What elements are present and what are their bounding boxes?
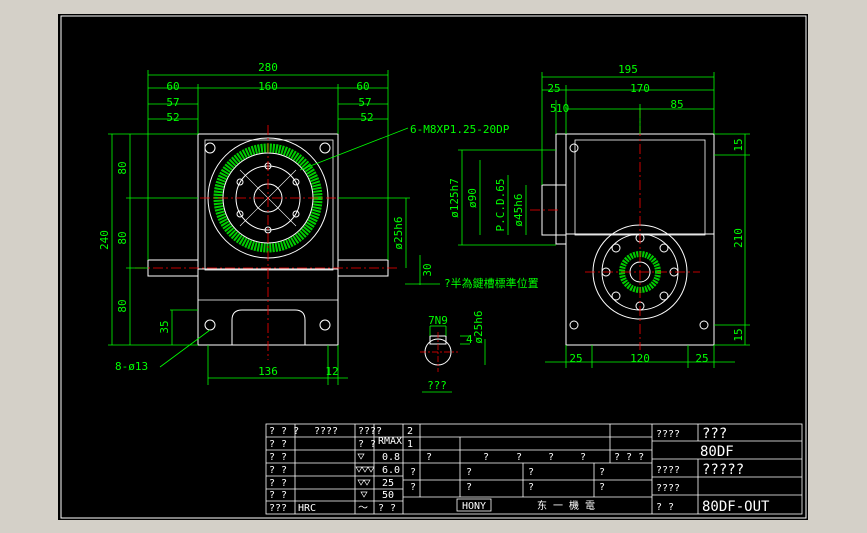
lt-r5c1: ? ? xyxy=(269,478,287,489)
rev-sub-3: ? xyxy=(466,467,472,478)
lt-r4c1: ? ? xyxy=(269,465,287,476)
brand-label: HONY xyxy=(462,501,486,512)
dim-240: 240 xyxy=(98,230,111,250)
rev-2: 2 xyxy=(407,426,413,437)
right-shaft xyxy=(337,259,389,277)
dim-25-right: 25 xyxy=(695,352,708,365)
dim-d25h6: ø25h6 xyxy=(392,216,405,249)
rev-sub-4: ? xyxy=(466,482,472,493)
rev-sub-8: ? xyxy=(599,482,605,493)
dim-35: 35 xyxy=(158,320,171,333)
hole xyxy=(204,142,216,154)
rt-r3-value: ????? xyxy=(702,462,744,478)
dim-80-bot: 80 xyxy=(116,299,129,312)
rev-mark-6: ? ? ? xyxy=(614,452,644,463)
dim-d125h7: ø125h7 xyxy=(448,178,461,218)
lt-r4c2: 6.0 xyxy=(382,465,400,476)
dim-85: 85 xyxy=(670,98,683,111)
lt-r1c2: ???? xyxy=(314,426,338,437)
cad-drawing: 280 160 60 60 57 57 52 52 240 80 80 80 3… xyxy=(60,15,807,519)
rev-mark-1: ? xyxy=(426,452,432,463)
lt-r7c3: ～ xyxy=(358,503,368,514)
lt-r3c1: ? ? xyxy=(269,452,287,463)
side-flange xyxy=(555,133,567,245)
dim-210: 210 xyxy=(732,228,745,248)
rev-mark-3: ? xyxy=(516,452,522,463)
lt-r7c4: ? ? xyxy=(378,503,396,514)
rev-1: 1 xyxy=(407,439,413,450)
lt-r2c2: ? ? xyxy=(358,439,376,450)
dim-60-right: 60 xyxy=(356,80,369,93)
detail-d25h6: ø25h6 xyxy=(472,310,485,343)
lt-r7c1: ??? xyxy=(269,503,287,514)
dim-120: 120 xyxy=(630,352,650,365)
lt-r7c2: HRC xyxy=(298,503,316,514)
dim-pcd: P.C.D.65 xyxy=(494,179,507,232)
rt-r5-label: ? ? xyxy=(656,502,674,513)
dim-d90: ø90 xyxy=(466,188,479,208)
dim-12: 12 xyxy=(325,365,338,378)
tapped-callout: 6-M8XP1.25-20DP xyxy=(410,123,510,136)
dim-80-top: 80 xyxy=(116,161,129,174)
lt-r6c1: ? ? xyxy=(269,490,287,501)
dim-57-left: 57 xyxy=(166,96,179,109)
rev-mark-5: ? xyxy=(580,452,586,463)
dim-30: 30 xyxy=(421,263,434,276)
hole xyxy=(204,319,216,331)
dim-d45h6: ø45h6 xyxy=(512,193,525,226)
front-view xyxy=(135,125,400,360)
rev-sub-1: ? xyxy=(410,467,416,478)
rev-sub-2: ? xyxy=(410,482,416,493)
dim-170: 170 xyxy=(630,82,650,95)
side-view xyxy=(530,108,715,350)
detail-7n9: 7N9 xyxy=(428,314,448,327)
dim-136: 136 xyxy=(258,365,278,378)
front-dim-lines xyxy=(108,70,440,385)
dim-52-left: 52 xyxy=(166,111,179,124)
keyway-note: ?半為鍵槽標準位置 xyxy=(444,276,539,290)
holes-callout: 8-ø13 xyxy=(115,360,148,373)
dim-25-left: 25 xyxy=(569,352,582,365)
rt-r1-value: ??? xyxy=(702,426,727,442)
hole xyxy=(319,319,331,331)
lt-r2c1: ? ? xyxy=(269,439,287,450)
rt-r5-value: 80DF-OUT xyxy=(702,499,770,515)
dim-80-mid: 80 xyxy=(116,231,129,244)
dim-15-bot: 15 xyxy=(732,328,745,341)
detail-title: ??? xyxy=(427,379,447,392)
company-label: 东 一 機 電 xyxy=(537,499,595,512)
dim-280: 280 xyxy=(258,61,278,74)
lt-r3c2: 0.8 xyxy=(382,452,400,463)
rt-r4-label: ???? xyxy=(656,483,680,494)
dim-60-left: 60 xyxy=(166,80,179,93)
rt-r2-value: 80DF xyxy=(700,444,734,460)
lt-r1c1: ? ? ? xyxy=(269,426,299,437)
rev-sub-6: ? xyxy=(528,482,534,493)
dim-10: 10 xyxy=(556,102,569,115)
dim-195: 195 xyxy=(618,63,638,76)
rev-mark-2: ? xyxy=(483,452,489,463)
hole xyxy=(319,142,331,154)
dim-25-top: 25 xyxy=(547,82,560,95)
lt-r6c2: 50 xyxy=(382,490,394,501)
lt-r5c2: 25 xyxy=(382,478,394,489)
dim-160: 160 xyxy=(258,80,278,93)
rev-sub-7: ? xyxy=(599,467,605,478)
finish-symbols xyxy=(355,453,375,498)
front-base-arch xyxy=(231,309,306,345)
lt-rmax: RMAX xyxy=(378,436,402,447)
dim-15-top: 15 xyxy=(732,138,745,151)
rev-mark-4: ? xyxy=(548,452,554,463)
dim-57-right: 57 xyxy=(358,96,371,109)
rt-r3-label: ???? xyxy=(656,465,680,476)
dim-52-right: 52 xyxy=(360,111,373,124)
rev-sub-5: ? xyxy=(528,467,534,478)
rt-r1-label: ???? xyxy=(656,429,680,440)
